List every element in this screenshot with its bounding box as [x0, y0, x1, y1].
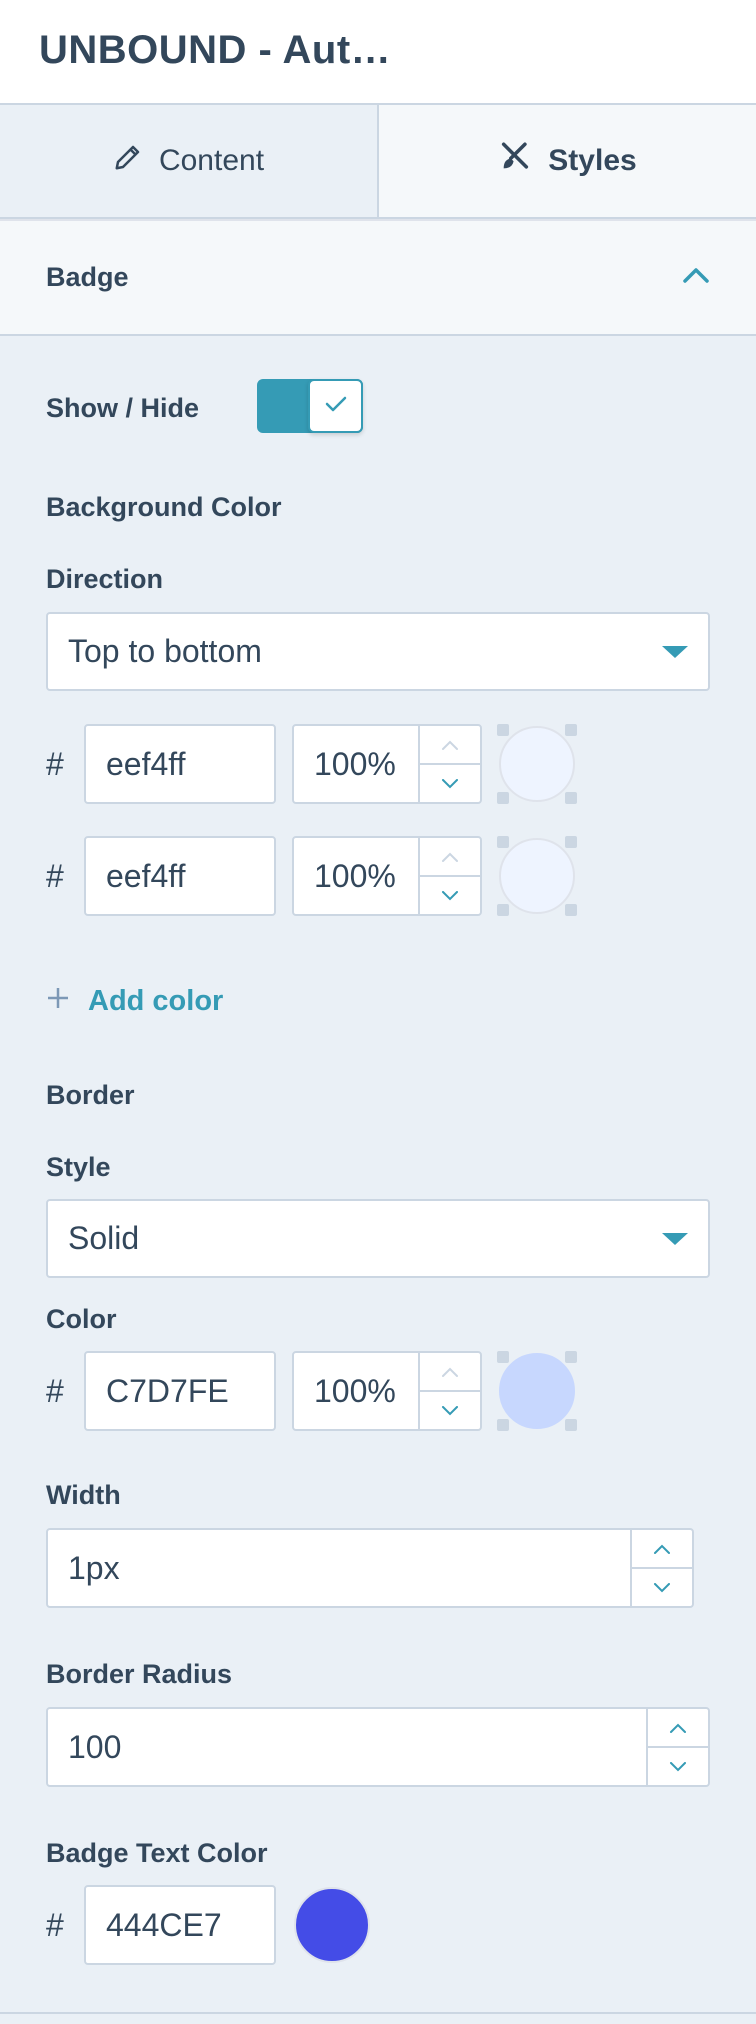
add-color-label: Add color [88, 985, 224, 1017]
border-label: Border [46, 1080, 135, 1110]
opacity-stepper[interactable]: 100% [292, 724, 482, 804]
style-panel: UNBOUND - Aut… Content Styles Badge Show… [0, 0, 756, 2024]
check-icon [324, 394, 348, 419]
opacity-stepper[interactable]: 100% [292, 1351, 482, 1431]
color-label: Color [46, 1304, 117, 1334]
border-radius-stepper[interactable]: 100 [46, 1707, 710, 1787]
background-color-label: Background Color [46, 492, 282, 522]
direction-select[interactable]: Top to bottom [46, 612, 710, 691]
width-stepper[interactable]: 1px [46, 1528, 694, 1608]
caret-down-icon [662, 645, 688, 658]
opacity-value: 100% [294, 838, 420, 914]
toggle-knob [308, 379, 363, 433]
hex-value: C7D7FE [106, 1372, 229, 1409]
hex-value: eef4ff [106, 857, 186, 894]
hex-value: 444CE7 [106, 1906, 222, 1943]
brush-icon [498, 140, 532, 182]
page-title: UNBOUND - Aut… [39, 28, 392, 72]
swatch-circle [499, 726, 575, 802]
pencil-icon [113, 142, 143, 180]
increment-button[interactable] [420, 726, 480, 765]
hex-input[interactable]: eef4ff [84, 836, 276, 916]
decrement-button[interactable] [420, 765, 480, 802]
color-swatch[interactable] [292, 1885, 372, 1965]
divider [0, 2012, 756, 2014]
hex-value: eef4ff [106, 745, 186, 782]
color-swatch[interactable] [497, 836, 577, 916]
color-swatch[interactable] [497, 1351, 577, 1431]
section-title: Badge [46, 262, 129, 292]
width-label: Width [46, 1480, 121, 1510]
border-style-select[interactable]: Solid [46, 1199, 710, 1278]
increment-button[interactable] [420, 838, 480, 877]
increment-button[interactable] [420, 1353, 480, 1392]
show-hide-label: Show / Hide [46, 393, 200, 423]
hex-input[interactable]: 444CE7 [84, 1885, 276, 1965]
color-swatch[interactable] [497, 724, 577, 804]
decrement-button[interactable] [632, 1569, 692, 1606]
opacity-stepper[interactable]: 100% [292, 836, 482, 916]
border-radius-label: Border Radius [46, 1659, 233, 1689]
border-radius-value: 100 [48, 1709, 648, 1785]
decrement-button[interactable] [648, 1748, 708, 1785]
plus-icon [46, 985, 70, 1018]
hex-input[interactable]: C7D7FE [84, 1351, 276, 1431]
caret-down-icon [662, 1232, 688, 1245]
swatch-circle [499, 838, 575, 914]
direction-label: Direction [46, 564, 164, 594]
tab-content[interactable]: Content [0, 105, 379, 219]
hash-symbol: # [46, 1373, 64, 1409]
swatch-circle [294, 1887, 370, 1963]
tab-styles-label: Styles [548, 144, 637, 177]
tab-styles[interactable]: Styles [379, 105, 756, 219]
show-hide-toggle[interactable] [257, 379, 363, 433]
decrement-button[interactable] [420, 1392, 480, 1429]
increment-button[interactable] [632, 1530, 692, 1569]
tab-content-label: Content [158, 144, 265, 177]
increment-button[interactable] [648, 1709, 708, 1748]
hex-input[interactable]: eef4ff [84, 724, 276, 804]
hash-symbol: # [46, 1907, 64, 1943]
opacity-value: 100% [294, 1353, 420, 1429]
opacity-value: 100% [294, 726, 420, 802]
panel-header: UNBOUND - Aut… [0, 0, 756, 105]
hash-symbol: # [46, 858, 64, 894]
badge-section-header[interactable]: Badge [0, 219, 756, 336]
hash-symbol: # [46, 746, 64, 782]
swatch-circle [499, 1353, 575, 1429]
style-label: Style [46, 1152, 111, 1182]
width-value: 1px [48, 1530, 632, 1606]
border-style-value: Solid [68, 1220, 140, 1256]
add-color-button[interactable]: Add color [46, 985, 223, 1018]
tab-bar: Content Styles [0, 105, 756, 219]
badge-text-color-label: Badge Text Color [46, 1838, 268, 1868]
chevron-up-icon [682, 266, 710, 289]
direction-value: Top to bottom [68, 633, 262, 669]
decrement-button[interactable] [420, 877, 480, 914]
